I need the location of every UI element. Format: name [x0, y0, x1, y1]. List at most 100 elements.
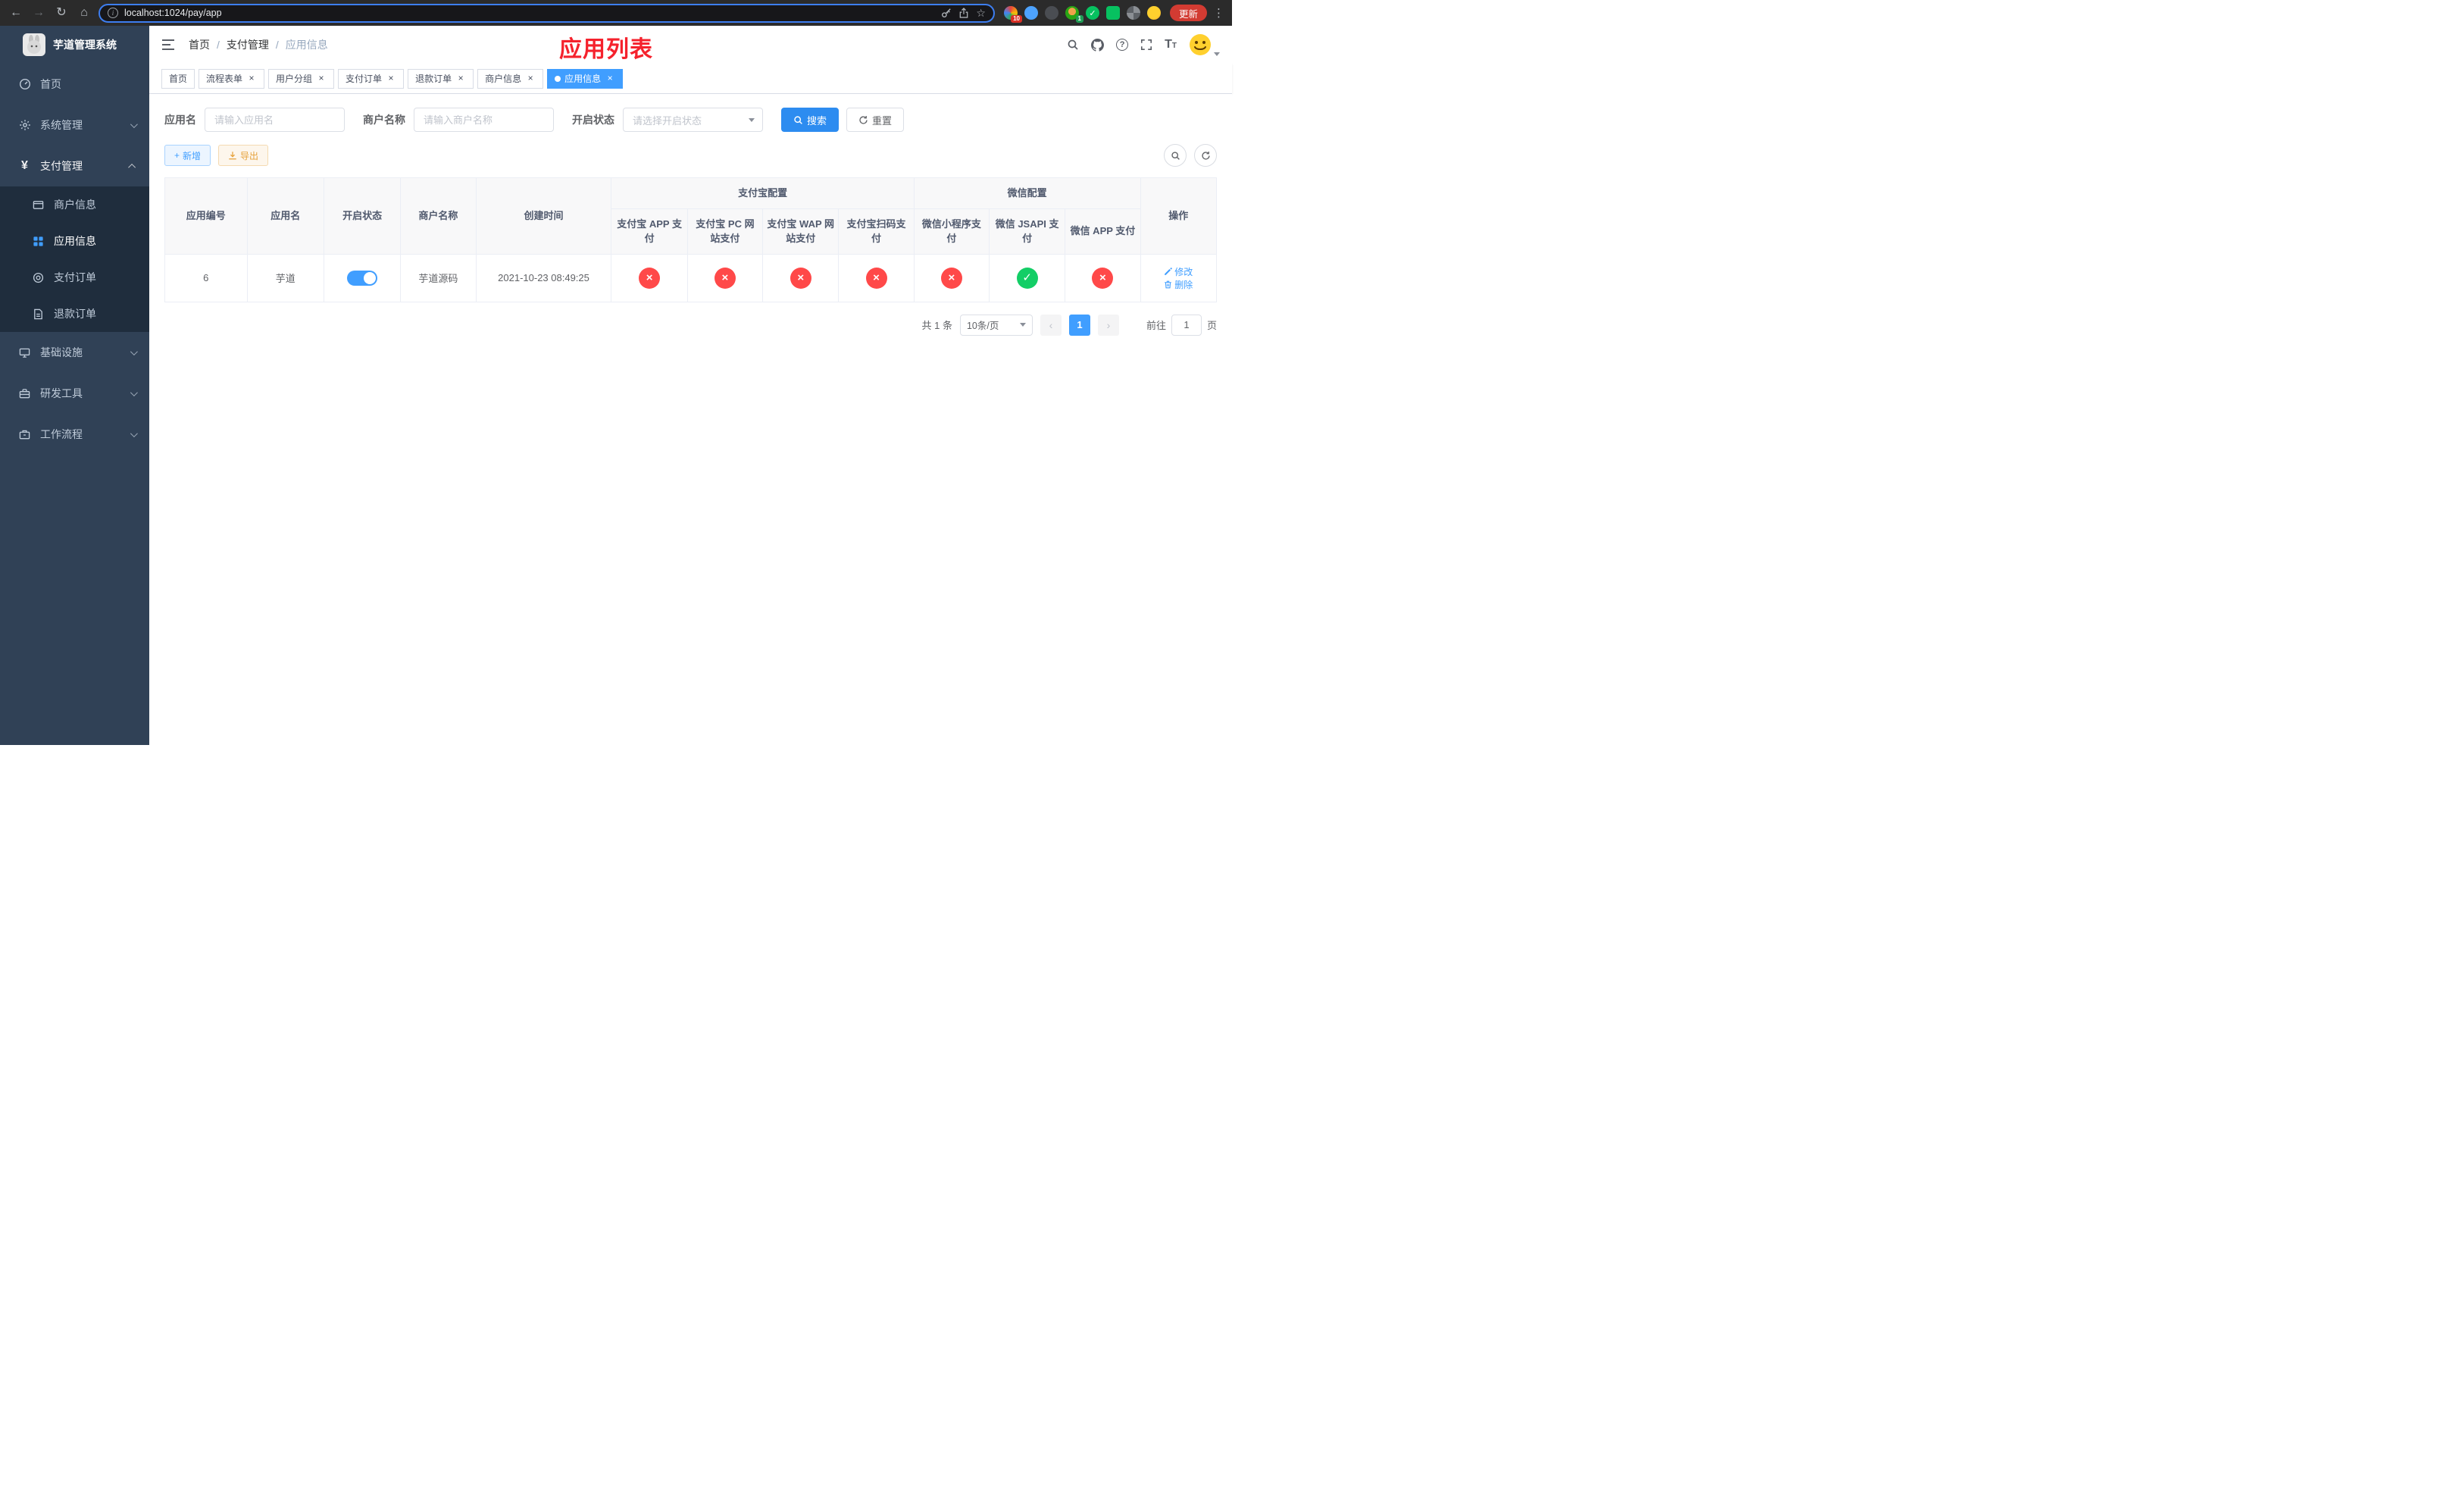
sidebar-item-system[interactable]: 系统管理 — [0, 105, 149, 146]
close-icon[interactable]: × — [316, 73, 327, 84]
tab-payment-orders[interactable]: 支付订单 × — [338, 68, 405, 89]
sidebar-item-workflow[interactable]: 工作流程 — [0, 414, 149, 455]
yen-icon: ¥ — [21, 159, 28, 172]
browser-forward-icon[interactable]: → — [30, 7, 47, 19]
browser-home-icon[interactable]: ⌂ — [76, 7, 92, 19]
pagination-total: 共 1 条 — [921, 320, 952, 331]
close-icon[interactable]: × — [246, 73, 257, 84]
chevron-down-icon — [1019, 323, 1026, 327]
tab-label: 退款订单 — [415, 74, 452, 84]
page-content: 应用名 商户名称 开启状态 请选择开启状态 搜索 — [149, 94, 1232, 745]
breadcrumb-separator: / — [217, 39, 220, 51]
fullscreen-icon[interactable] — [1140, 39, 1152, 51]
profile-avatar[interactable] — [1146, 6, 1161, 20]
extension-icon[interactable]: 10 — [1003, 6, 1022, 23]
status-select[interactable]: 请选择开启状态 — [623, 108, 763, 132]
export-button[interactable]: 导出 — [218, 145, 269, 166]
extension-icon[interactable]: ✓ — [1085, 6, 1099, 20]
close-icon[interactable]: × — [605, 73, 615, 84]
tab-merchant-info[interactable]: 商户信息 × — [477, 68, 544, 89]
cell-wechat-mini: × — [913, 253, 990, 302]
top-navbar: 首页 / 支付管理 / 应用信息 ? TT — [149, 26, 1232, 64]
merchant-name-input[interactable] — [414, 108, 554, 132]
close-icon[interactable]: × — [525, 73, 536, 84]
breadcrumb-payment[interactable]: 支付管理 — [227, 37, 269, 52]
address-bar[interactable]: i localhost:1024/pay/app ☆ — [98, 3, 995, 23]
app-table: 应用编号 应用名 开启状态 商户名称 创建时间 支付宝配置 微信配置 操作 支付… — [164, 177, 1218, 302]
extensions-puzzle-icon[interactable] — [1126, 6, 1140, 20]
extension-icon[interactable] — [1105, 6, 1120, 20]
browser-reload-icon[interactable]: ↻ — [53, 7, 70, 19]
sidebar-item-label: 商户信息 — [54, 199, 96, 211]
sidebar-collapse-icon[interactable] — [161, 39, 175, 51]
page-size-select[interactable]: 10条/页 — [959, 314, 1033, 336]
status-toggle[interactable] — [347, 270, 378, 286]
refresh-icon — [859, 115, 868, 124]
column-header-alipay-wap: 支付宝 WAP 网站支付 — [762, 208, 840, 255]
sidebar-item-home[interactable]: 首页 — [0, 64, 149, 105]
sidebar-item-app-info[interactable]: 应用信息 — [0, 223, 149, 259]
toggle-search-button[interactable] — [1164, 144, 1187, 167]
tab-app-info[interactable]: 应用信息 × — [547, 68, 624, 89]
search-button[interactable]: 搜索 — [781, 108, 840, 132]
browser-update-button[interactable]: 更新 — [1169, 5, 1207, 21]
tab-label: 流程表单 — [206, 74, 243, 84]
add-button[interactable]: + 新增 — [164, 145, 211, 166]
tab-user-group[interactable]: 用户分组 × — [268, 68, 335, 89]
payment-submenu: 商户信息 应用信息 支付订单 退款订单 — [0, 186, 149, 332]
password-key-icon[interactable] — [941, 8, 952, 18]
sidebar-item-dev-tools[interactable]: 研发工具 — [0, 373, 149, 414]
user-menu[interactable] — [1189, 33, 1220, 56]
cell-wechat-app: × — [1065, 253, 1141, 302]
refresh-table-button[interactable] — [1194, 144, 1217, 167]
bookmark-star-icon[interactable]: ☆ — [976, 7, 986, 20]
sidebar-item-infrastructure[interactable]: 基础设施 — [0, 332, 149, 373]
tab-label: 支付订单 — [346, 74, 383, 84]
sidebar-item-label: 支付管理 — [40, 160, 83, 172]
site-info-icon[interactable]: i — [108, 8, 118, 18]
tab-refund-orders[interactable]: 退款订单 × — [408, 68, 474, 89]
sidebar-item-merchant-info[interactable]: 商户信息 — [0, 186, 149, 223]
browser-back-icon[interactable]: ← — [8, 7, 24, 19]
sidebar-item-label: 工作流程 — [40, 428, 83, 440]
app-name-input[interactable] — [205, 108, 345, 132]
column-header-wechat-app: 微信 APP 支付 — [1065, 208, 1141, 255]
goto-page-input[interactable] — [1171, 314, 1202, 336]
cell-wechat-jsapi: ✓ — [988, 253, 1066, 302]
cell-alipay-app: × — [611, 253, 688, 302]
tab-label: 首页 — [169, 74, 188, 84]
select-placeholder: 请选择开启状态 — [633, 114, 702, 127]
page-size-value: 10条/页 — [966, 321, 999, 331]
search-icon[interactable] — [1067, 39, 1079, 51]
sidebar-item-payment-orders[interactable]: 支付订单 — [0, 259, 149, 296]
font-size-icon[interactable]: TT — [1165, 38, 1177, 52]
app-logo[interactable]: 芋道管理系统 — [0, 26, 149, 64]
tab-home[interactable]: 首页 — [161, 68, 195, 89]
delete-link[interactable]: 删除 — [1164, 278, 1193, 291]
current-page-button[interactable]: 1 — [1068, 314, 1090, 336]
reset-button[interactable]: 重置 — [846, 108, 905, 132]
extension-icon[interactable] — [1024, 6, 1038, 20]
extension-icon[interactable] — [1044, 6, 1058, 20]
breadcrumb: 首页 / 支付管理 / 应用信息 — [189, 37, 328, 52]
next-page-button[interactable]: › — [1097, 314, 1119, 336]
active-dot — [555, 75, 561, 82]
refresh-icon — [1201, 151, 1210, 160]
column-header-alipay-qr: 支付宝扫码支付 — [838, 208, 915, 255]
edit-link[interactable]: 修改 — [1164, 265, 1193, 278]
sidebar-item-label: 应用信息 — [54, 235, 96, 247]
close-icon[interactable]: × — [455, 73, 466, 84]
extension-icon[interactable]: 1 — [1065, 6, 1083, 23]
close-icon[interactable]: × — [386, 73, 396, 84]
sidebar-item-payment[interactable]: ¥ 支付管理 — [0, 146, 149, 186]
prev-page-button[interactable]: ‹ — [1040, 314, 1062, 336]
share-icon[interactable] — [959, 8, 968, 18]
help-icon[interactable]: ? — [1116, 39, 1129, 51]
sidebar-item-refund-orders[interactable]: 退款订单 — [0, 296, 149, 332]
tab-process-form[interactable]: 流程表单 × — [199, 68, 265, 89]
logo-avatar — [23, 33, 45, 56]
browser-menu-icon[interactable]: ⋮ — [1213, 6, 1224, 20]
breadcrumb-home[interactable]: 首页 — [189, 37, 210, 52]
github-icon[interactable] — [1091, 38, 1105, 52]
sidebar-item-label: 系统管理 — [40, 119, 83, 131]
